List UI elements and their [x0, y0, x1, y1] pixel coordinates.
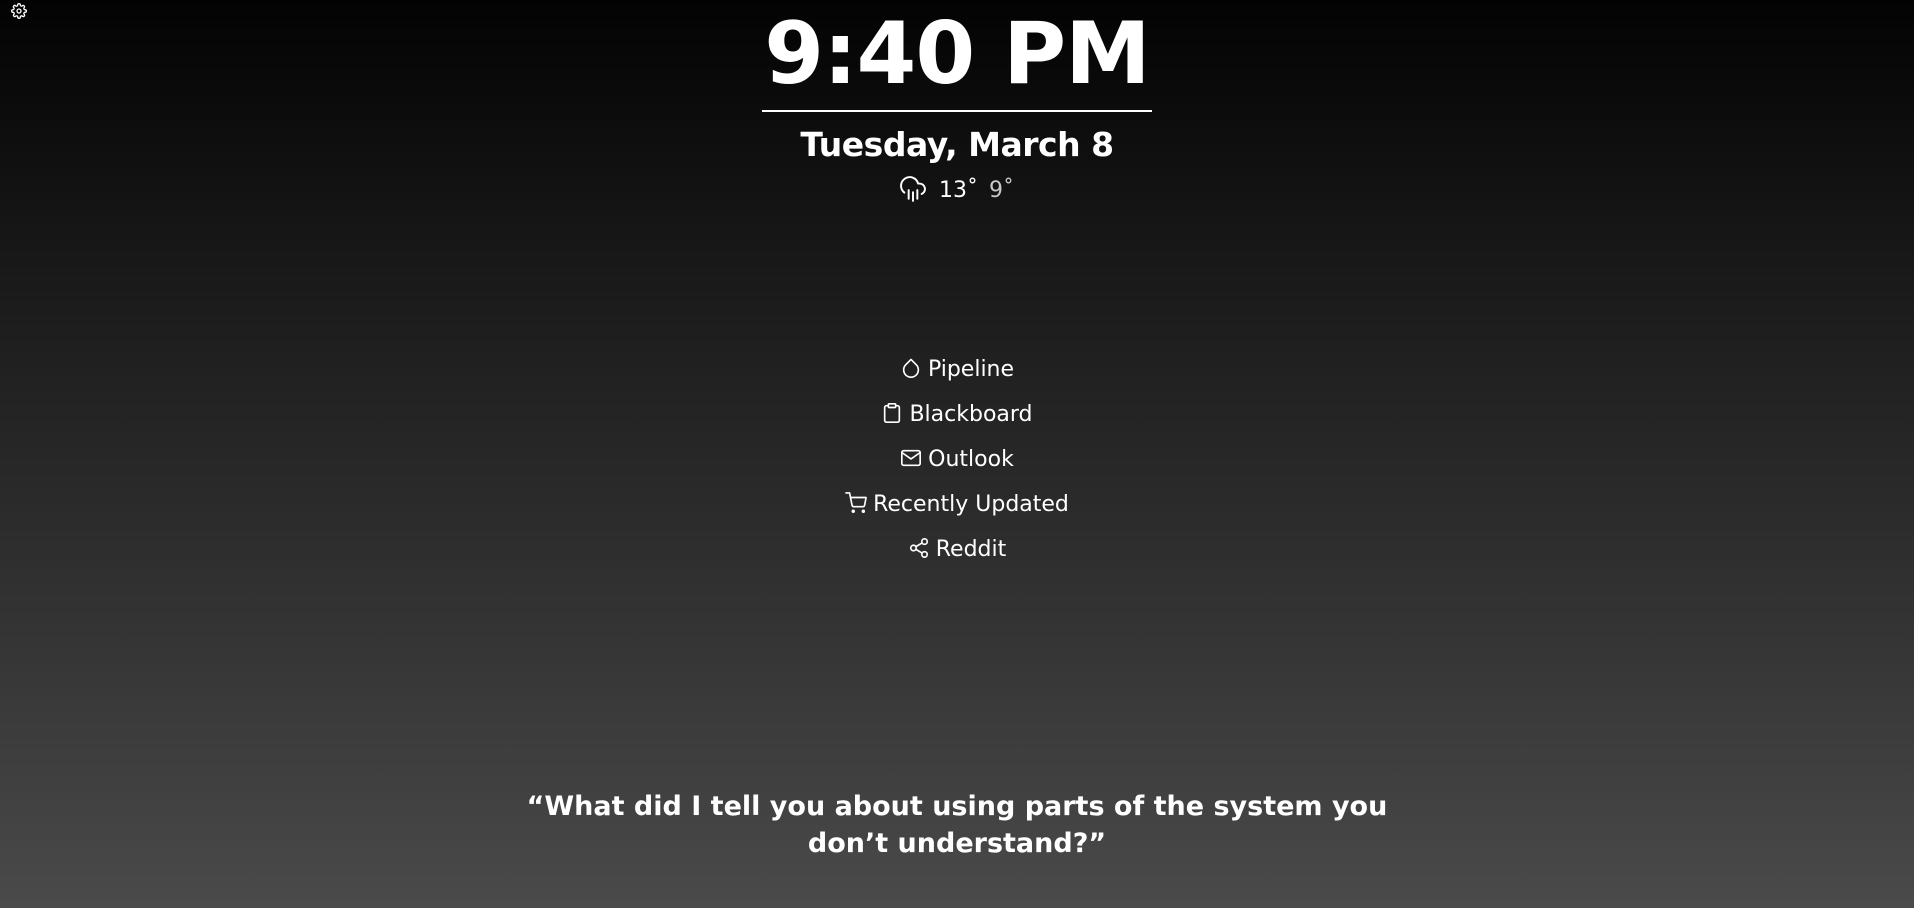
link-blackboard[interactable]: Blackboard — [881, 392, 1033, 437]
link-label: Outlook — [928, 447, 1014, 472]
quote: “What did I tell you about using parts o… — [0, 788, 1914, 862]
clock-date: Tuesday, March 8 — [800, 125, 1114, 164]
clock-time: 9:40 PM — [762, 2, 1152, 112]
shopping-cart-icon — [845, 492, 868, 514]
link-pipeline[interactable]: Pipeline — [900, 347, 1014, 392]
share-icon — [908, 537, 930, 559]
quote-text: “What did I tell you about using parts o… — [526, 791, 1388, 859]
clock: 9:40 PM — [0, 2, 1914, 112]
link-label: Pipeline — [927, 357, 1015, 382]
cloud-rain-icon — [900, 176, 926, 202]
link-recently-updated[interactable]: Recently Updated — [845, 482, 1069, 527]
link-label: Reddit — [935, 537, 1007, 562]
link-label: Recently Updated — [873, 492, 1069, 517]
clipboard-icon — [881, 402, 903, 424]
weather-low-temp: 9˚ — [989, 178, 1014, 203]
link-outlook[interactable]: Outlook — [900, 437, 1014, 482]
link-label: Blackboard — [909, 402, 1033, 427]
weather-high-temp: 13˚ — [939, 178, 978, 203]
weather-widget: 13˚ 9˚ — [0, 176, 1914, 206]
quick-links: Pipeline Blackboard Outlook Recently Upd… — [0, 347, 1914, 572]
link-reddit[interactable]: Reddit — [908, 527, 1007, 572]
droplet-icon — [900, 357, 922, 379]
mail-icon — [900, 447, 922, 469]
